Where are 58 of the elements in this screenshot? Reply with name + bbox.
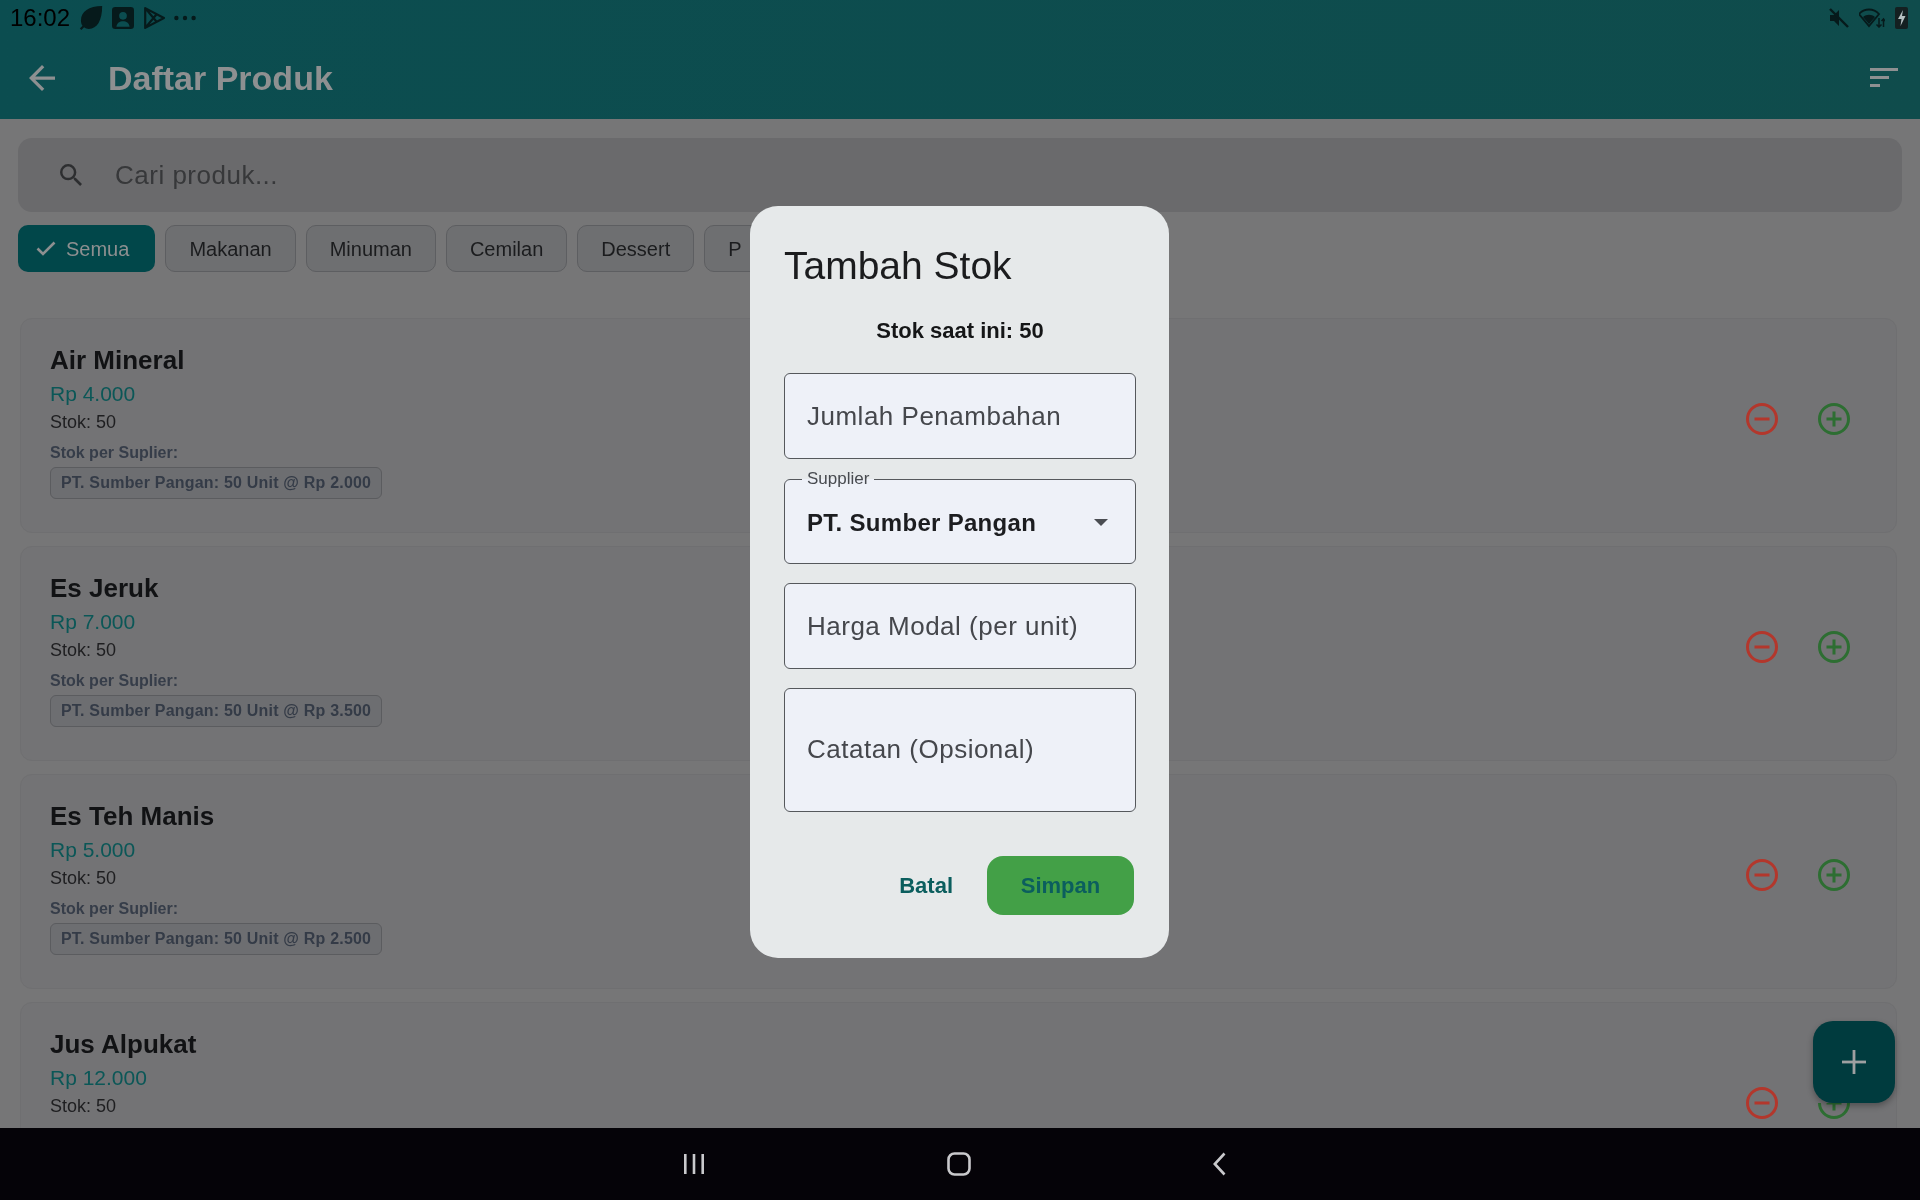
- back-icon[interactable]: [1213, 1152, 1226, 1176]
- cancel-button[interactable]: Batal: [883, 856, 969, 915]
- product-price: Rp 12.000: [50, 1065, 147, 1091]
- product-price: Rp 7.000: [50, 609, 136, 635]
- filter-chip[interactable]: Makanan: [165, 225, 296, 272]
- product-stock: Stok: 50: [50, 867, 117, 890]
- product-price: Rp 4.000: [50, 381, 136, 407]
- field-label: Supplier: [806, 468, 871, 490]
- supplier-heading: Stok per Suplier:: [50, 899, 179, 919]
- dropdown-value: PT. Sumber Pangan: [807, 507, 1037, 538]
- product-name: Es Teh Manis: [50, 800, 215, 832]
- product-name: Jus Alpukat: [50, 1028, 197, 1060]
- product-stock: Stok: 50: [50, 639, 117, 662]
- wifi-icon: [1859, 8, 1885, 28]
- person-card-icon: [112, 7, 135, 29]
- notes-field[interactable]: Catatan (Opsional): [784, 688, 1136, 812]
- input-field[interactable]: Jumlah Penambahan: [784, 373, 1136, 459]
- charging-battery-icon: [1895, 7, 1908, 29]
- product-name: Es Jeruk: [50, 572, 159, 604]
- save-button[interactable]: Simpan: [987, 856, 1134, 915]
- screen-title: Daftar Produk: [108, 57, 333, 98]
- caret-icon: [1094, 519, 1108, 526]
- plus-circle-icon[interactable]: [1818, 859, 1850, 891]
- status-time: 16:02: [10, 6, 71, 30]
- filter-chip[interactable]: Semua: [18, 225, 156, 272]
- speaker-muted-icon: [1829, 8, 1849, 28]
- add-button[interactable]: [1813, 1021, 1895, 1103]
- minus-circle-icon[interactable]: [1746, 1087, 1778, 1119]
- home-icon[interactable]: [947, 1152, 971, 1176]
- product-name: Air Mineral: [50, 344, 185, 376]
- product-price: Rp 5.000: [50, 837, 136, 863]
- current-stock-text: Stok saat ini: 50: [875, 317, 1045, 345]
- product-stock: Stok: 50: [50, 411, 117, 434]
- minus-circle-icon[interactable]: [1746, 403, 1778, 435]
- search-icon: [60, 164, 82, 186]
- filter-chip[interactable]: Dessert: [577, 225, 695, 272]
- supplier-stock-tag: PT. Sumber Pangan: 50 Unit @ Rp 2.000: [50, 467, 383, 499]
- sort-icon[interactable]: [1870, 68, 1898, 87]
- plus-circle-icon[interactable]: [1818, 403, 1850, 435]
- supplier-heading: Stok per Suplier:: [50, 443, 179, 463]
- filter-chip[interactable]: Cemilan: [445, 225, 568, 272]
- leaf-icon: [79, 6, 104, 30]
- plus-icon: [1842, 1050, 1866, 1074]
- more-dots-icon: [174, 15, 197, 21]
- product-stock: Stok: 50: [50, 1095, 117, 1118]
- play-triangle-icon: [143, 6, 166, 30]
- dialog-title: Tambah Stok: [784, 244, 1013, 288]
- minus-circle-icon[interactable]: [1746, 859, 1778, 891]
- check-icon: [36, 241, 56, 256]
- back-arrow-icon[interactable]: [29, 64, 55, 91]
- supplier-stock-tag: PT. Sumber Pangan: 50 Unit @ Rp 2.500: [50, 923, 383, 955]
- input-field[interactable]: Harga Modal (per unit): [784, 583, 1136, 669]
- supplier-heading: Stok per Suplier:: [50, 671, 179, 691]
- filter-chip[interactable]: Minuman: [305, 225, 436, 272]
- minus-circle-icon[interactable]: [1746, 631, 1778, 663]
- recents-icon[interactable]: [683, 1153, 705, 1175]
- supplier-stock-tag: PT. Sumber Pangan: 50 Unit @ Rp 3.500: [50, 695, 383, 727]
- plus-circle-icon[interactable]: [1818, 631, 1850, 663]
